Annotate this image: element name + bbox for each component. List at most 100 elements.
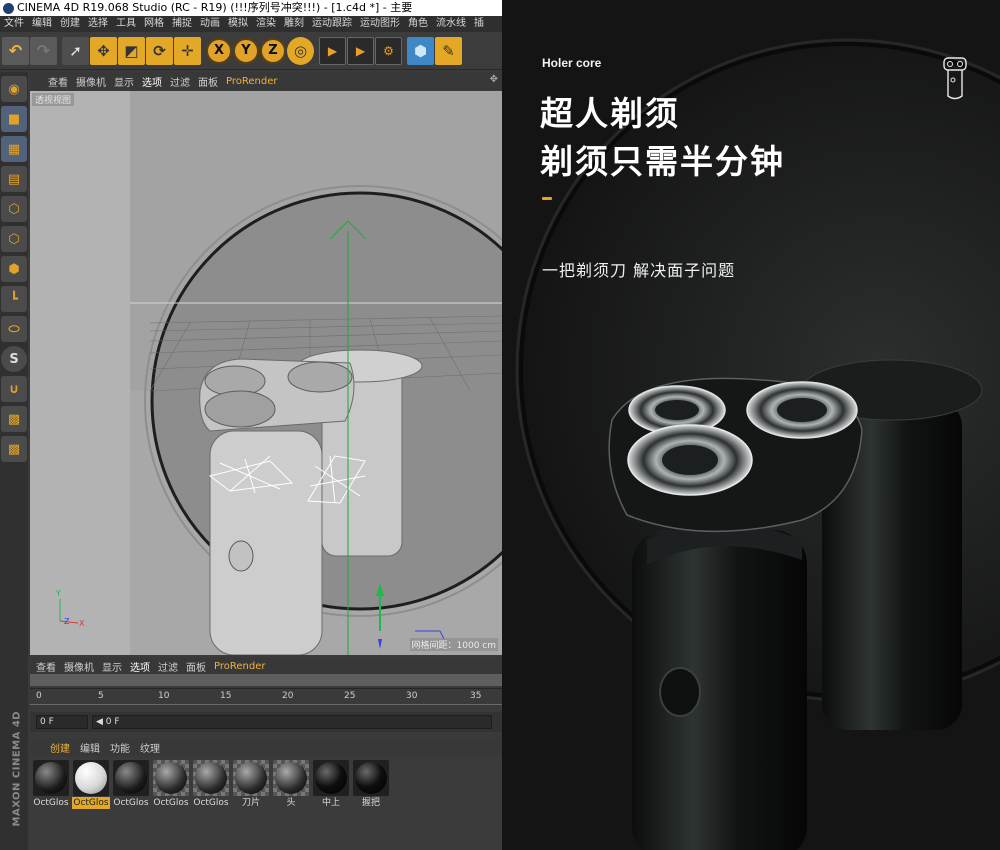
menu-create[interactable]: 创建 [56, 16, 84, 32]
menu-edit[interactable]: 编辑 [28, 16, 56, 32]
menu-motion-tracker[interactable]: 运动跟踪 [308, 16, 356, 32]
menu-tools[interactable]: 工具 [112, 16, 140, 32]
menu-snap[interactable]: 捕捉 [168, 16, 196, 32]
cube-primitive-icon[interactable]: ⬢ [407, 36, 434, 65]
menu-file[interactable]: 文件 [0, 16, 28, 32]
viewport-label: 透视视图 [32, 93, 75, 106]
magnet-icon[interactable]: ∪ [1, 376, 27, 402]
svg-text:Y: Y [55, 589, 61, 598]
menu-render[interactable]: 渲染 [252, 16, 280, 32]
lock-workplane-icon[interactable]: ▩ [1, 406, 27, 432]
maxon-logo-text: MAXON CINEMA 4D [11, 710, 23, 827]
timeline-tick: 0 [36, 691, 42, 701]
secondary-menu-view[interactable]: 查看 [36, 659, 56, 674]
undo-icon[interactable]: ↶ [2, 36, 29, 65]
material-preview [273, 760, 309, 796]
menu-mesh[interactable]: 网格 [140, 16, 168, 32]
viewport-navigate-icon[interactable]: ✥ [490, 74, 498, 85]
secondary-menu-prorender[interactable]: ProRender [214, 661, 265, 672]
perspective-viewport[interactable]: Y Z X 透视视图 网格间距：1000 cm [30, 91, 502, 655]
menu-sculpt[interactable]: 雕刻 [280, 16, 308, 32]
timeline-tick: 25 [344, 691, 356, 701]
viewport-menu-panel[interactable]: 面板 [198, 74, 218, 89]
menu-plugins[interactable]: 插 [470, 16, 488, 32]
menu-pipeline[interactable]: 流水线 [432, 16, 470, 32]
z-axis-toggle[interactable]: Z [260, 37, 286, 64]
viewport-menu: 查看 摄像机 显示 选项 过滤 面板 ProRender ✥ [30, 72, 502, 90]
render-picture-viewer-icon[interactable]: ▶ [347, 36, 374, 65]
timeline-tick: 20 [282, 691, 294, 701]
menu-simulate[interactable]: 模拟 [224, 16, 252, 32]
polygons-mode-icon[interactable]: ⬢ [1, 256, 27, 282]
select-cursor-icon[interactable]: ➚ [62, 36, 89, 65]
c4d-app-icon [3, 2, 14, 14]
material-preview [153, 760, 189, 796]
axis-mode-icon[interactable]: ┗ [1, 286, 27, 312]
material-swatch[interactable]: 头 [272, 759, 310, 811]
svg-text:X: X [79, 619, 85, 628]
secondary-viewport-strip [30, 674, 502, 686]
timeline-ruler[interactable]: 0 5 10 15 20 25 30 35 [30, 688, 502, 710]
subtitle: 一把剃须刀 解决面子问题 [542, 261, 736, 280]
material-menu-texture[interactable]: 纹理 [140, 740, 160, 755]
material-menu-edit[interactable]: 编辑 [80, 740, 100, 755]
material-menu-create[interactable]: 创建 [50, 740, 70, 755]
material-swatch[interactable]: OctGlos [192, 759, 230, 811]
secondary-menu-panel[interactable]: 面板 [186, 659, 206, 674]
svg-text:Z: Z [64, 617, 70, 626]
viewport-menu-options[interactable]: 选项 [142, 74, 162, 89]
window-title: CINEMA 4D R19.068 Studio (RC - R19) (!!!… [17, 1, 413, 14]
viewport-menu-view[interactable]: 查看 [48, 74, 68, 89]
secondary-menu-options[interactable]: 选项 [130, 659, 150, 674]
material-label: 握把 [361, 798, 380, 808]
render-preview: Holer core 超人剃须 剃须只需半分钟 一把剃须刀 解决面子问题 [502, 0, 1000, 850]
material-swatch[interactable]: OctGlos [32, 759, 70, 811]
viewport-menu-display[interactable]: 显示 [114, 74, 134, 89]
secondary-menu-filter[interactable]: 过滤 [158, 659, 178, 674]
menu-character[interactable]: 角色 [404, 16, 432, 32]
material-swatch[interactable]: OctGlos [152, 759, 190, 811]
material-label: OctGlos [193, 798, 229, 808]
viewport-menu-prorender[interactable]: ProRender [226, 76, 277, 87]
edges-mode-icon[interactable]: ⬡ [1, 226, 27, 252]
tweak-mode-icon[interactable]: ⬭ [1, 316, 27, 342]
material-swatch[interactable]: 刀片 [232, 759, 270, 811]
world-coordinates-icon[interactable]: ◎ [287, 36, 314, 65]
menu-mograph[interactable]: 运动图形 [356, 16, 404, 32]
material-menu-function[interactable]: 功能 [110, 740, 130, 755]
timeline-tick: 30 [406, 691, 418, 701]
x-axis-toggle[interactable]: X [206, 37, 232, 64]
texture-mode-icon[interactable]: ▦ [1, 136, 27, 162]
menu-animate[interactable]: 动画 [196, 16, 224, 32]
viewport-menu-cameras[interactable]: 摄像机 [76, 74, 106, 89]
pen-tool-icon[interactable]: ✎ [435, 36, 462, 65]
rotate-icon[interactable]: ⟳ [146, 36, 173, 65]
viewport-menu-filter[interactable]: 过滤 [170, 74, 190, 89]
material-swatch[interactable]: 中上 [312, 759, 350, 811]
material-preview [73, 760, 109, 796]
secondary-menu-display[interactable]: 显示 [102, 659, 122, 674]
start-frame-field[interactable]: 0 F [36, 715, 88, 729]
material-swatch[interactable]: 握把 [352, 759, 390, 811]
y-axis-toggle[interactable]: Y [233, 37, 259, 64]
material-swatch[interactable]: OctGlos [72, 759, 110, 811]
menu-select[interactable]: 选择 [84, 16, 112, 32]
scale-icon[interactable]: ◩ [118, 36, 145, 65]
transform-icon[interactable]: ✛ [174, 36, 201, 65]
material-label: 刀片 [241, 798, 260, 808]
workplane-icon[interactable]: ▤ [1, 166, 27, 192]
render-view-icon[interactable]: ▶ [319, 36, 346, 65]
material-preview [33, 760, 69, 796]
material-swatch[interactable]: OctGlos [112, 759, 150, 811]
material-manager: OctGlos OctGlos OctGlos OctGlos OctGlos 刀片头中上… [30, 757, 502, 850]
render-settings-icon[interactable]: ⚙ [375, 36, 402, 65]
secondary-menu-cameras[interactable]: 摄像机 [64, 659, 94, 674]
model-mode-icon[interactable]: ■ [1, 106, 27, 132]
snap-icon[interactable]: S [1, 346, 27, 372]
points-mode-icon[interactable]: ⬡ [1, 196, 27, 222]
make-editable-icon[interactable]: ◉ [1, 76, 27, 102]
current-frame-slider[interactable]: ◀ 0 F [92, 715, 492, 729]
redo-icon[interactable]: ↷ [30, 36, 57, 65]
planar-workplane-icon[interactable]: ▩ [1, 436, 27, 462]
move-icon[interactable]: ✥ [90, 36, 117, 65]
